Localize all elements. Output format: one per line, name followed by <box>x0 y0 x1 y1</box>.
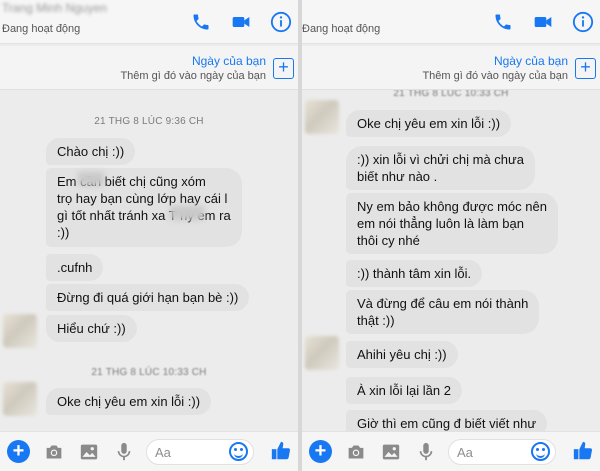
message-bubble[interactable]: Đừng đi quá giới hạn bạn bè :)) <box>46 284 250 311</box>
message-input-placeholder: Aa <box>155 445 171 460</box>
message-bubble[interactable]: À xin lỗi lại lần 2 <box>346 377 462 404</box>
message-thread: 21 THG 8 LÚC 9:36 CH Chào chị :)) Em cần… <box>0 90 298 431</box>
message-bubble[interactable]: :)) thành tâm xin lỗi. <box>346 260 483 287</box>
contact-name[interactable]: Trang Minh Nguyen <box>2 1 107 15</box>
my-day-title[interactable]: Ngày của bạn <box>192 54 266 68</box>
my-day-subtitle: Thêm gì đó vào ngày của bạn <box>422 70 568 82</box>
mic-icon[interactable] <box>415 441 437 463</box>
avatar[interactable] <box>305 336 339 370</box>
video-camera-icon[interactable] <box>228 9 254 35</box>
plus-icon[interactable]: + <box>309 440 332 463</box>
message-line: Ny em bảo không được móc nên <box>357 199 547 214</box>
message-bubble[interactable]: :)) xin lỗi vì chửi chị mà chưa biết như… <box>346 146 535 190</box>
message-bubble[interactable]: Ny em bảo không được móc nên em nói thẳn… <box>346 193 558 254</box>
message-bubble[interactable]: Hiểu chứ :)) <box>46 315 137 342</box>
image-icon[interactable] <box>380 441 402 463</box>
message-line: biết như nào . <box>357 169 438 184</box>
phone-icon[interactable] <box>188 9 214 35</box>
avatar[interactable] <box>305 100 339 134</box>
thumbs-up-icon[interactable] <box>268 438 294 464</box>
message-line: em nói thẳng luôn là làm bạn <box>357 216 524 231</box>
message-bubble[interactable]: Chào chị :)) <box>46 138 136 165</box>
message-bubble[interactable]: Oke chị yêu em xin lỗi :)) <box>346 110 512 137</box>
message-line: :)) xin lỗi vì chửi chị mà chưa <box>357 152 524 167</box>
avatar[interactable] <box>3 382 37 416</box>
my-day-title[interactable]: Ngày của bạn <box>494 54 568 68</box>
redacted-name <box>78 172 104 186</box>
timestamp: 21 THG 8 LÚC 10:33 CH <box>393 90 509 99</box>
plus-square-icon[interactable]: + <box>575 58 596 79</box>
thumbs-up-icon[interactable] <box>570 438 596 464</box>
message-bubble[interactable]: Em cần biết chị cũng xóm trọ hay bạn cùn… <box>46 168 242 247</box>
my-day-banner[interactable]: Ngày của bạn Thêm gì đó vào ngày của bạn… <box>0 46 298 90</box>
message-line: :)) <box>57 225 70 240</box>
conversation-header: Trang Minh Nguyen Đang hoạt động <box>0 0 298 44</box>
active-status: Đang hoạt động <box>302 23 381 35</box>
emoji-icon[interactable] <box>229 442 248 461</box>
camera-icon[interactable] <box>43 441 65 463</box>
message-line: gì tốt nhất tránh xa T ny em ra <box>57 208 231 223</box>
chat-panel-left: Trang Minh Nguyen Đang hoạt động Ngày củ… <box>0 0 298 471</box>
redacted-name <box>170 206 204 220</box>
composer-bar: + Aa <box>302 431 600 471</box>
info-icon[interactable] <box>268 9 294 35</box>
message-thread: 21 THG 8 LÚC 10:33 CH Oke chị yêu em xin… <box>302 90 600 431</box>
message-bubble[interactable]: Và đừng để câu em nói thành thật :)) <box>346 290 540 334</box>
message-line: Và đừng để câu em nói thành <box>357 296 529 311</box>
emoji-icon[interactable] <box>531 442 550 461</box>
message-bubble[interactable]: .cufnh <box>46 254 104 281</box>
mic-icon[interactable] <box>113 441 135 463</box>
conversation-header: Đang hoạt động <box>302 0 600 44</box>
my-day-banner[interactable]: Ngày của bạn Thêm gì đó vào ngày của bạn… <box>302 46 600 90</box>
message-bubble[interactable]: Oke chị yêu em xin lỗi :)) <box>46 388 212 415</box>
plus-square-icon[interactable]: + <box>273 58 294 79</box>
timestamp: 21 THG 8 LÚC 9:36 CH <box>94 116 204 127</box>
message-bubble[interactable]: Giờ thì em cũng đ biết viết như <box>346 410 548 431</box>
avatar[interactable] <box>3 314 37 348</box>
composer-bar: + Aa <box>0 431 298 471</box>
phone-icon[interactable] <box>490 9 516 35</box>
info-icon[interactable] <box>570 9 596 35</box>
camera-icon[interactable] <box>345 441 367 463</box>
message-bubble[interactable]: Ahihi yêu chị :)) <box>346 341 458 368</box>
plus-icon[interactable]: + <box>7 440 30 463</box>
my-day-subtitle: Thêm gì đó vào ngày của bạn <box>120 70 266 82</box>
message-line: thật :)) <box>357 313 395 328</box>
video-camera-icon[interactable] <box>530 9 556 35</box>
image-icon[interactable] <box>78 441 100 463</box>
active-status: Đang hoạt động <box>2 23 81 35</box>
message-line: thôi cy nhé <box>357 233 420 248</box>
message-line: trọ hay bạn cùng lớp hay cái l <box>57 191 228 206</box>
message-input-placeholder: Aa <box>457 445 473 460</box>
chat-panel-right: Đang hoạt động Ngày của bạn Thêm gì đó v… <box>302 0 600 471</box>
timestamp: 21 THG 8 LÚC 10:33 CH <box>91 367 207 378</box>
